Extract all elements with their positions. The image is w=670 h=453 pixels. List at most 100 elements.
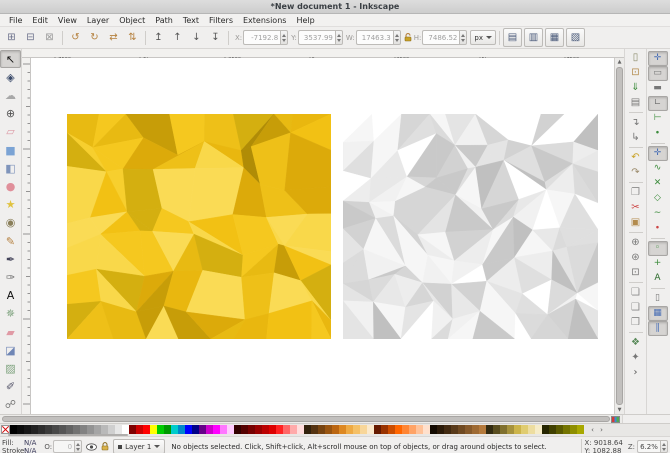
zoom-control[interactable]: Z: 6.2% xyxy=(626,440,670,453)
palette-swatch[interactable] xyxy=(388,425,395,434)
palette-scroll-left[interactable]: ‹ xyxy=(588,425,597,435)
palette-swatch[interactable] xyxy=(80,425,87,434)
palette-scroll-right[interactable]: › xyxy=(597,425,606,435)
snap-cusp-nodes-toggle[interactable]: ◇ xyxy=(648,191,668,206)
pencil-tool[interactable]: ✎ xyxy=(0,232,21,250)
flip-horizontal-button[interactable]: ⇄ xyxy=(104,28,123,47)
palette-scrollbar[interactable] xyxy=(8,434,128,436)
palette-swatch[interactable] xyxy=(493,425,500,434)
palette-swatch[interactable] xyxy=(73,425,80,434)
duplicate-button[interactable]: ❏ xyxy=(625,285,646,300)
palette-swatch[interactable] xyxy=(360,425,367,434)
palette-swatch[interactable] xyxy=(10,425,17,434)
snap-bbox-centers-toggle[interactable]: ∙ xyxy=(648,126,668,141)
node-tool[interactable]: ◈ xyxy=(0,68,21,86)
gradient-tool[interactable]: ▨ xyxy=(0,359,21,377)
lower-button[interactable]: ↓ xyxy=(187,28,206,47)
palette-swatch[interactable] xyxy=(437,425,444,434)
measure-tool[interactable]: ▱ xyxy=(0,123,21,141)
palette-swatch[interactable] xyxy=(143,425,150,434)
palette-swatch[interactable] xyxy=(339,425,346,434)
palette-swatch[interactable] xyxy=(318,425,325,434)
palette-swatch[interactable] xyxy=(87,425,94,434)
snap-bbox-toggle[interactable]: ▭ xyxy=(648,66,668,81)
scale-corners-toggle[interactable]: ▥ xyxy=(524,28,543,47)
palette-swatch[interactable] xyxy=(563,425,570,434)
unlink-clone-button[interactable]: ❒ xyxy=(625,315,646,330)
palette-swatch[interactable] xyxy=(178,425,185,434)
spiral-tool[interactable]: ◉ xyxy=(0,214,21,232)
snap-smooth-nodes-toggle[interactable]: ∼ xyxy=(648,206,668,221)
palette-swatch[interactable] xyxy=(402,425,409,434)
palette-swatch[interactable] xyxy=(465,425,472,434)
snap-enable-toggle[interactable]: ✛ xyxy=(648,51,668,66)
menu-file[interactable]: File xyxy=(4,16,27,25)
save-button[interactable]: ⇓ xyxy=(625,80,646,95)
palette-swatch[interactable] xyxy=(136,425,143,434)
more-commands-chevron[interactable]: › xyxy=(625,365,646,380)
export-button[interactable]: ↳ xyxy=(625,130,646,145)
copy-button[interactable]: ❐ xyxy=(625,185,646,200)
y-field-value[interactable]: 3537.99 xyxy=(298,30,335,45)
paste-button[interactable]: ▣ xyxy=(625,215,646,230)
palette-swatch[interactable] xyxy=(234,425,241,434)
x-field-value[interactable]: -7192.8 xyxy=(243,30,280,45)
color-managed-toggle[interactable] xyxy=(608,415,622,423)
menu-path[interactable]: Path xyxy=(150,16,178,25)
import-button[interactable]: ↴ xyxy=(625,115,646,130)
palette-swatch[interactable] xyxy=(101,425,108,434)
redo-button[interactable]: ↷ xyxy=(625,165,646,180)
snap-text-baseline-toggle[interactable]: A xyxy=(648,271,668,286)
palette-swatch[interactable] xyxy=(94,425,101,434)
deselect-button[interactable]: ⊠ xyxy=(40,28,59,47)
palette-swatch[interactable] xyxy=(290,425,297,434)
palette-swatch[interactable] xyxy=(521,425,528,434)
palette-swatch[interactable] xyxy=(514,425,521,434)
yellow-voronoi-image[interactable] xyxy=(67,114,331,339)
palette-swatch[interactable] xyxy=(157,425,164,434)
tweak-tool[interactable]: ☁ xyxy=(0,86,21,104)
palette-swatch[interactable] xyxy=(332,425,339,434)
palette-swatch[interactable] xyxy=(164,425,171,434)
palette-swatch[interactable] xyxy=(45,425,52,434)
width-field[interactable]: W: 17463.3 xyxy=(346,30,401,45)
rotate-cw-button[interactable]: ↻ xyxy=(85,28,104,47)
menu-filters[interactable]: Filters xyxy=(204,16,238,25)
ellipse-tool[interactable]: ● xyxy=(0,177,21,195)
palette-swatch[interactable] xyxy=(367,425,374,434)
palette-swatch[interactable] xyxy=(52,425,59,434)
gray-lowpoly-image[interactable] xyxy=(343,114,598,339)
rotate-ccw-button[interactable]: ↺ xyxy=(66,28,85,47)
snap-grid-toggle[interactable]: ▦ xyxy=(648,306,668,321)
palette-swatch[interactable] xyxy=(416,425,423,434)
rectangle-tool[interactable]: ■ xyxy=(0,141,21,159)
zoom-selection-button[interactable]: ⊛ xyxy=(625,250,646,265)
select-all-layers-button[interactable]: ⊟ xyxy=(21,28,40,47)
palette-swatch[interactable] xyxy=(479,425,486,434)
lock-ratio-icon[interactable] xyxy=(404,33,412,42)
undo-button[interactable]: ↶ xyxy=(625,150,646,165)
zoom-value[interactable]: 6.2% xyxy=(637,440,660,453)
dropper-tool[interactable]: ✐ xyxy=(0,378,21,396)
palette-swatch[interactable] xyxy=(192,425,199,434)
snap-bbox-midpoints-toggle[interactable]: ⊢ xyxy=(648,111,668,126)
eraser-tool[interactable]: ▰ xyxy=(0,323,21,341)
print-button[interactable]: ▤ xyxy=(625,95,646,110)
palette-swatch[interactable] xyxy=(248,425,255,434)
palette-swatch[interactable] xyxy=(444,425,451,434)
palette-swatch[interactable] xyxy=(486,425,493,434)
scroll-down-icon[interactable]: ▼ xyxy=(615,406,624,414)
lower-to-bottom-button[interactable]: ↧ xyxy=(206,28,225,47)
snap-nodes-toggle[interactable]: ✛ xyxy=(648,146,668,161)
menu-edit[interactable]: Edit xyxy=(27,16,53,25)
raise-to-top-button[interactable]: ↥ xyxy=(149,28,168,47)
palette-swatch[interactable] xyxy=(325,425,332,434)
y-position-field[interactable]: Y: 3537.99 xyxy=(291,30,343,45)
layer-lock-icon[interactable] xyxy=(101,442,109,451)
palette-swatch[interactable] xyxy=(241,425,248,434)
palette-swatch[interactable] xyxy=(213,425,220,434)
zoom-spinner[interactable] xyxy=(660,440,668,453)
fill-stroke-indicator[interactable]: Fill:N/A Stroke:N/A xyxy=(0,439,38,453)
palette-swatch[interactable] xyxy=(66,425,73,434)
menu-extensions[interactable]: Extensions xyxy=(238,16,291,25)
